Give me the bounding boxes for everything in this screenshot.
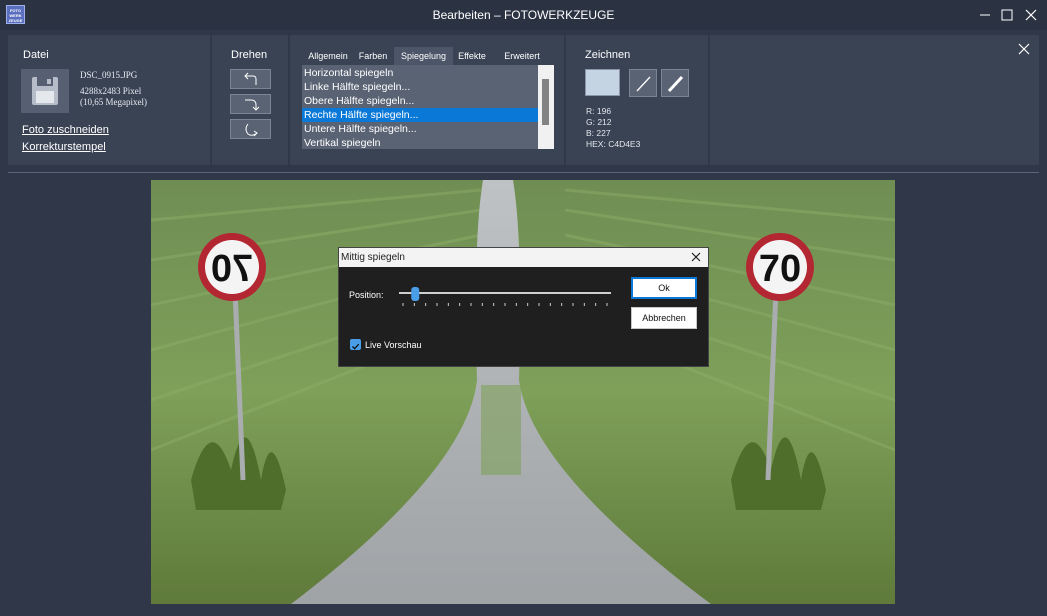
position-slider[interactable] [397,283,613,311]
ok-button[interactable]: Ok [631,277,697,299]
ribbon-toolbar: Datei DSC_0915.JPG 4288x2483 Pixel (10,6… [8,35,1039,165]
color-r-value: R: 196 [586,106,612,116]
maximize-icon [1001,9,1013,21]
close-button[interactable] [1020,4,1042,26]
color-b-value: B: 227 [586,128,611,138]
file-thumbnail[interactable] [21,69,69,113]
rotate-flip-icon [245,123,258,137]
mirror-dialog: Mittig spiegeln Position: Ok Abbrechen L… [338,247,709,367]
ribbon-divider [8,172,1039,173]
title-bar: FOTO WERK ZEUGE Bearbeiten – FOTOWERKZEU… [0,0,1047,30]
list-scrollbar[interactable] [538,65,554,149]
photo-image: 70 70 [151,180,895,604]
rotate-left-icon [244,72,257,85]
maximize-button[interactable] [996,4,1018,26]
position-label: Position: [349,290,384,300]
tab-farben[interactable]: Farben [354,47,392,65]
file-megapixel: (10,65 Megapixel) [80,97,147,107]
right-speed-sign: 70 [759,248,801,290]
dialog-title: Mittig spiegeln [341,252,405,263]
slider-track [399,287,611,306]
live-preview-label: Live Vorschau [365,340,422,350]
drehen-title: Drehen [231,49,268,61]
minimize-icon [980,14,990,16]
color-hex-value: HEX: C4D4E3 [586,139,641,149]
tab-spiegelung[interactable]: Spiegelung [394,47,453,65]
thick-pen-icon [667,75,684,93]
list-item[interactable]: Obere Hälfte spiegeln... [302,94,538,108]
color-swatch-button[interactable] [585,69,620,96]
list-item[interactable]: Horizontal spiegeln [302,66,538,80]
cancel-button[interactable]: Abbrechen [631,307,697,329]
tab-effekte[interactable]: Effekte [454,47,490,65]
photo-canvas[interactable]: 70 70 [151,180,895,604]
correction-stamp-link[interactable]: Korrekturstempel [22,141,106,153]
tab-allgemein[interactable]: Allgemein [302,47,354,65]
rotate-left-button[interactable] [230,69,271,89]
minimize-button[interactable] [974,4,996,26]
datei-title: Datei [23,49,49,61]
close-icon [691,252,701,262]
dialog-title-bar: Mittig spiegeln [339,248,708,267]
live-preview-checkbox[interactable] [350,339,361,350]
thin-pen-button[interactable] [629,69,657,97]
thick-pen-button[interactable] [661,69,689,97]
dialog-close-button[interactable] [689,250,703,264]
tab-erweitert[interactable]: Erweitert [492,47,552,65]
file-dimensions: 4288x2483 Pixel [80,86,142,96]
list-item[interactable]: Linke Hälfte spiegeln... [302,80,538,94]
window-title: Bearbeiten – FOTOWERKZEUGE [432,8,615,22]
list-item[interactable]: Untere Hälfte spiegeln... [302,122,538,136]
zeichnen-title: Zeichnen [585,49,631,61]
ribbon-close-button[interactable] [1016,41,1032,57]
close-icon [1025,9,1037,21]
slider-thumb [411,287,420,301]
scrollbar-thumb[interactable] [542,79,549,125]
list-item-selected[interactable]: Rechte Hälfte spiegeln... [302,108,538,122]
close-icon [1018,43,1030,55]
checkmark-icon [352,343,360,350]
rotate-right-icon [245,99,260,111]
color-g-value: G: 212 [586,117,612,127]
thin-pen-icon [636,76,651,92]
datei-group: Datei DSC_0915.JPG 4288x2483 Pixel (10,6… [8,35,212,165]
rotate-right-button[interactable] [230,94,271,114]
list-item[interactable]: Vertikal spiegeln [302,136,538,149]
crop-photo-link[interactable]: Foto zuschneiden [22,124,109,136]
left-speed-sign: 70 [211,248,253,290]
rotate-flip-button[interactable] [230,119,271,139]
floppy-disk-icon [32,77,58,105]
mirror-options-list[interactable]: Horizontal spiegeln Linke Hälfte spiegel… [302,65,554,149]
file-name: DSC_0915.JPG [80,70,138,80]
